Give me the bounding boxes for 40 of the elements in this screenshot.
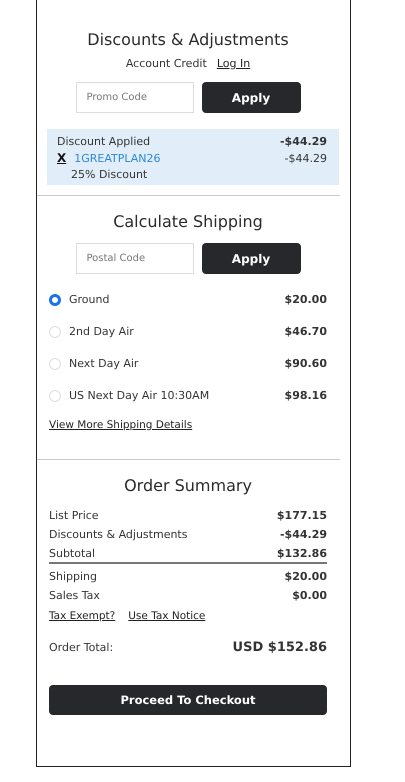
summary-label: Subtotal — [49, 547, 96, 560]
section-title: Order Summary — [123, 476, 253, 495]
summary-label: List Price — [49, 509, 99, 522]
shipping-price: $46.70 — [284, 325, 327, 338]
code-amount: -$44.29 — [284, 152, 327, 164]
shipping-option-label: Ground — [69, 293, 110, 306]
discount-label: Discount Applied — [57, 135, 150, 148]
radio-button[interactable] — [49, 294, 61, 306]
login-link[interactable]: Log In — [216, 57, 250, 70]
summary-label: Discounts & Adjustments — [49, 528, 188, 541]
shipping-option-label: US Next Day Air 10:30AM — [69, 389, 210, 402]
summary-value: $20.00 — [284, 570, 327, 583]
summary-label: Sales Tax — [49, 589, 100, 602]
checkout-button[interactable]: Proceed To Checkout — [49, 685, 327, 715]
discount-description: 25% Discount — [70, 168, 148, 181]
summary-value: $132.86 — [276, 547, 327, 560]
summary-value: $177.15 — [276, 509, 327, 522]
section-title: Calculate Shipping — [112, 212, 264, 231]
shipping-option-label: Next Day Air — [69, 357, 138, 370]
shipping-price: $20.00 — [284, 293, 327, 306]
promo-code-field[interactable]: Promo Code — [76, 82, 194, 113]
shipping-price: $98.16 — [284, 389, 327, 402]
shipping-price: $90.60 — [284, 357, 327, 370]
remove-button[interactable]: X — [57, 151, 66, 165]
discount-amount: -$44.29 — [280, 135, 327, 148]
account-credit-label: Account Credit — [126, 57, 207, 70]
tax-link[interactable]: Tax Exempt? — [49, 610, 116, 622]
summary-value: $0.00 — [292, 589, 327, 602]
apply-button[interactable]: Apply — [202, 82, 300, 113]
tax-link[interactable]: Use Tax Notice — [128, 610, 206, 622]
section-title: Discounts & Adjustments — [86, 30, 290, 49]
promo-code: 1GREATPLAN26 — [74, 152, 161, 164]
shipping-details-link[interactable]: View More Shipping Details — [49, 419, 192, 431]
apply-button[interactable]: Apply — [202, 243, 300, 274]
order-total-value: USD $152.86 — [232, 640, 327, 655]
shipping-option-label: 2nd Day Air — [69, 325, 134, 338]
summary-label: Shipping — [49, 570, 97, 583]
postal-code-field[interactable]: Postal Code — [76, 243, 194, 274]
order-total-label: Order Total: — [49, 641, 114, 654]
summary-value: -$44.29 — [280, 528, 327, 541]
